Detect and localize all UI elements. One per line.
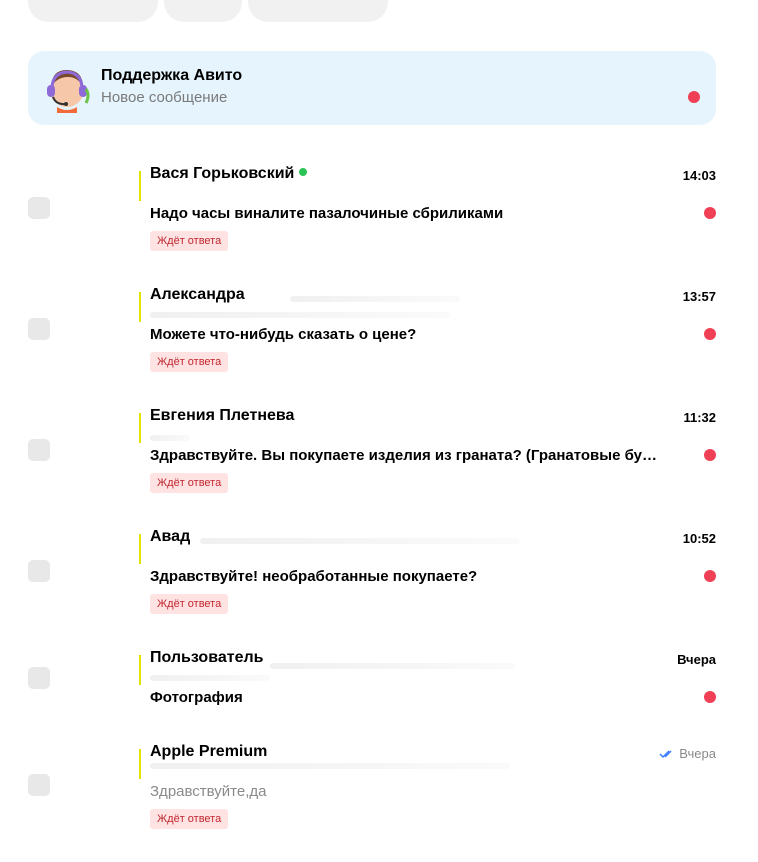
unread-indicator — [704, 570, 716, 582]
support-agent-icon — [42, 63, 92, 113]
listing-thumbnail — [139, 292, 144, 322]
chat-checkbox[interactable] — [28, 318, 50, 340]
faded-text — [150, 435, 190, 441]
chat-contact-name: Евгения Плетнева — [150, 407, 295, 424]
status-badge: Ждёт ответа — [150, 809, 229, 829]
double-check-icon — [659, 747, 675, 762]
filter-chip[interactable] — [28, 0, 158, 22]
filter-chip[interactable] — [248, 0, 388, 22]
chat-time: 13:57 — [682, 289, 716, 304]
chat-last-message: Здравствуйте! необработанные покупаете? — [150, 568, 478, 585]
chat-last-message: Можете что-нибудь сказать о цене? — [150, 326, 417, 343]
chat-item[interactable]: Евгения Плетнева 11:32 Здравствуйте. Вы … — [0, 405, 758, 526]
unread-indicator — [704, 328, 716, 340]
chat-item[interactable]: Apple Premium Вчера Здравствуйте,да Ждёт… — [0, 741, 758, 862]
faded-text — [270, 663, 515, 669]
chat-time: 11:32 — [683, 410, 716, 425]
chat-time: Вчера — [677, 652, 716, 667]
unread-indicator — [688, 91, 700, 103]
chat-last-message: Здравствуйте. Вы покупаете изделия из гр… — [150, 447, 658, 464]
faded-text — [200, 538, 520, 544]
listing-thumbnail — [139, 749, 144, 779]
support-subtitle: Новое сообщение — [101, 89, 228, 106]
listing-thumbnail — [139, 534, 144, 564]
support-chat-card[interactable]: Поддержка Авито Новое сообщение — [28, 51, 716, 125]
filter-chip[interactable] — [164, 0, 242, 22]
chat-checkbox[interactable] — [28, 774, 50, 796]
chat-contact-name: Авад — [150, 528, 191, 545]
status-badge: Ждёт ответа — [150, 473, 229, 493]
status-badge: Ждёт ответа — [150, 231, 229, 251]
listing-thumbnail — [139, 171, 144, 201]
chat-item[interactable]: Авад 10:52 Здравствуйте! необработанные … — [0, 526, 758, 647]
listing-thumbnail — [139, 655, 144, 685]
chat-time: Вчера — [659, 746, 716, 762]
chat-contact-name: Apple Premium — [150, 743, 268, 760]
faded-text — [290, 296, 460, 302]
contact-name-text: Вася Горьковский — [150, 165, 295, 182]
faded-text — [150, 675, 270, 681]
unread-indicator — [704, 207, 716, 219]
chat-time: 14:03 — [682, 168, 716, 183]
status-badge: Ждёт ответа — [150, 352, 229, 372]
chat-last-message: Здравствуйте,да — [150, 783, 267, 800]
chat-item[interactable]: Александра 13:57 Можете что-нибудь сказа… — [0, 284, 758, 405]
faded-text — [150, 312, 450, 318]
unread-indicator — [704, 449, 716, 461]
chat-last-message: Фотография — [150, 689, 243, 706]
chat-last-message: Надо часы виналите пазалочиные сбриликам… — [150, 205, 504, 222]
status-badge: Ждёт ответа — [150, 594, 229, 614]
chat-contact-name: Вася Горьковский — [150, 165, 308, 183]
chat-checkbox[interactable] — [28, 560, 50, 582]
unread-indicator — [704, 691, 716, 703]
faded-text — [150, 763, 510, 769]
chat-contact-name: Александра — [150, 286, 245, 303]
listing-thumbnail — [139, 413, 144, 443]
chat-time: 10:52 — [682, 531, 716, 546]
support-title: Поддержка Авито — [101, 67, 243, 84]
chat-checkbox[interactable] — [28, 197, 50, 219]
chat-contact-name: Пользователь — [150, 649, 264, 666]
chat-checkbox[interactable] — [28, 439, 50, 461]
online-status-icon — [299, 168, 308, 176]
chat-item[interactable]: Вася Горьковский 14:03 Надо часы виналит… — [0, 163, 758, 284]
chat-checkbox[interactable] — [28, 667, 50, 689]
chat-time-text: Вчера — [679, 746, 716, 761]
